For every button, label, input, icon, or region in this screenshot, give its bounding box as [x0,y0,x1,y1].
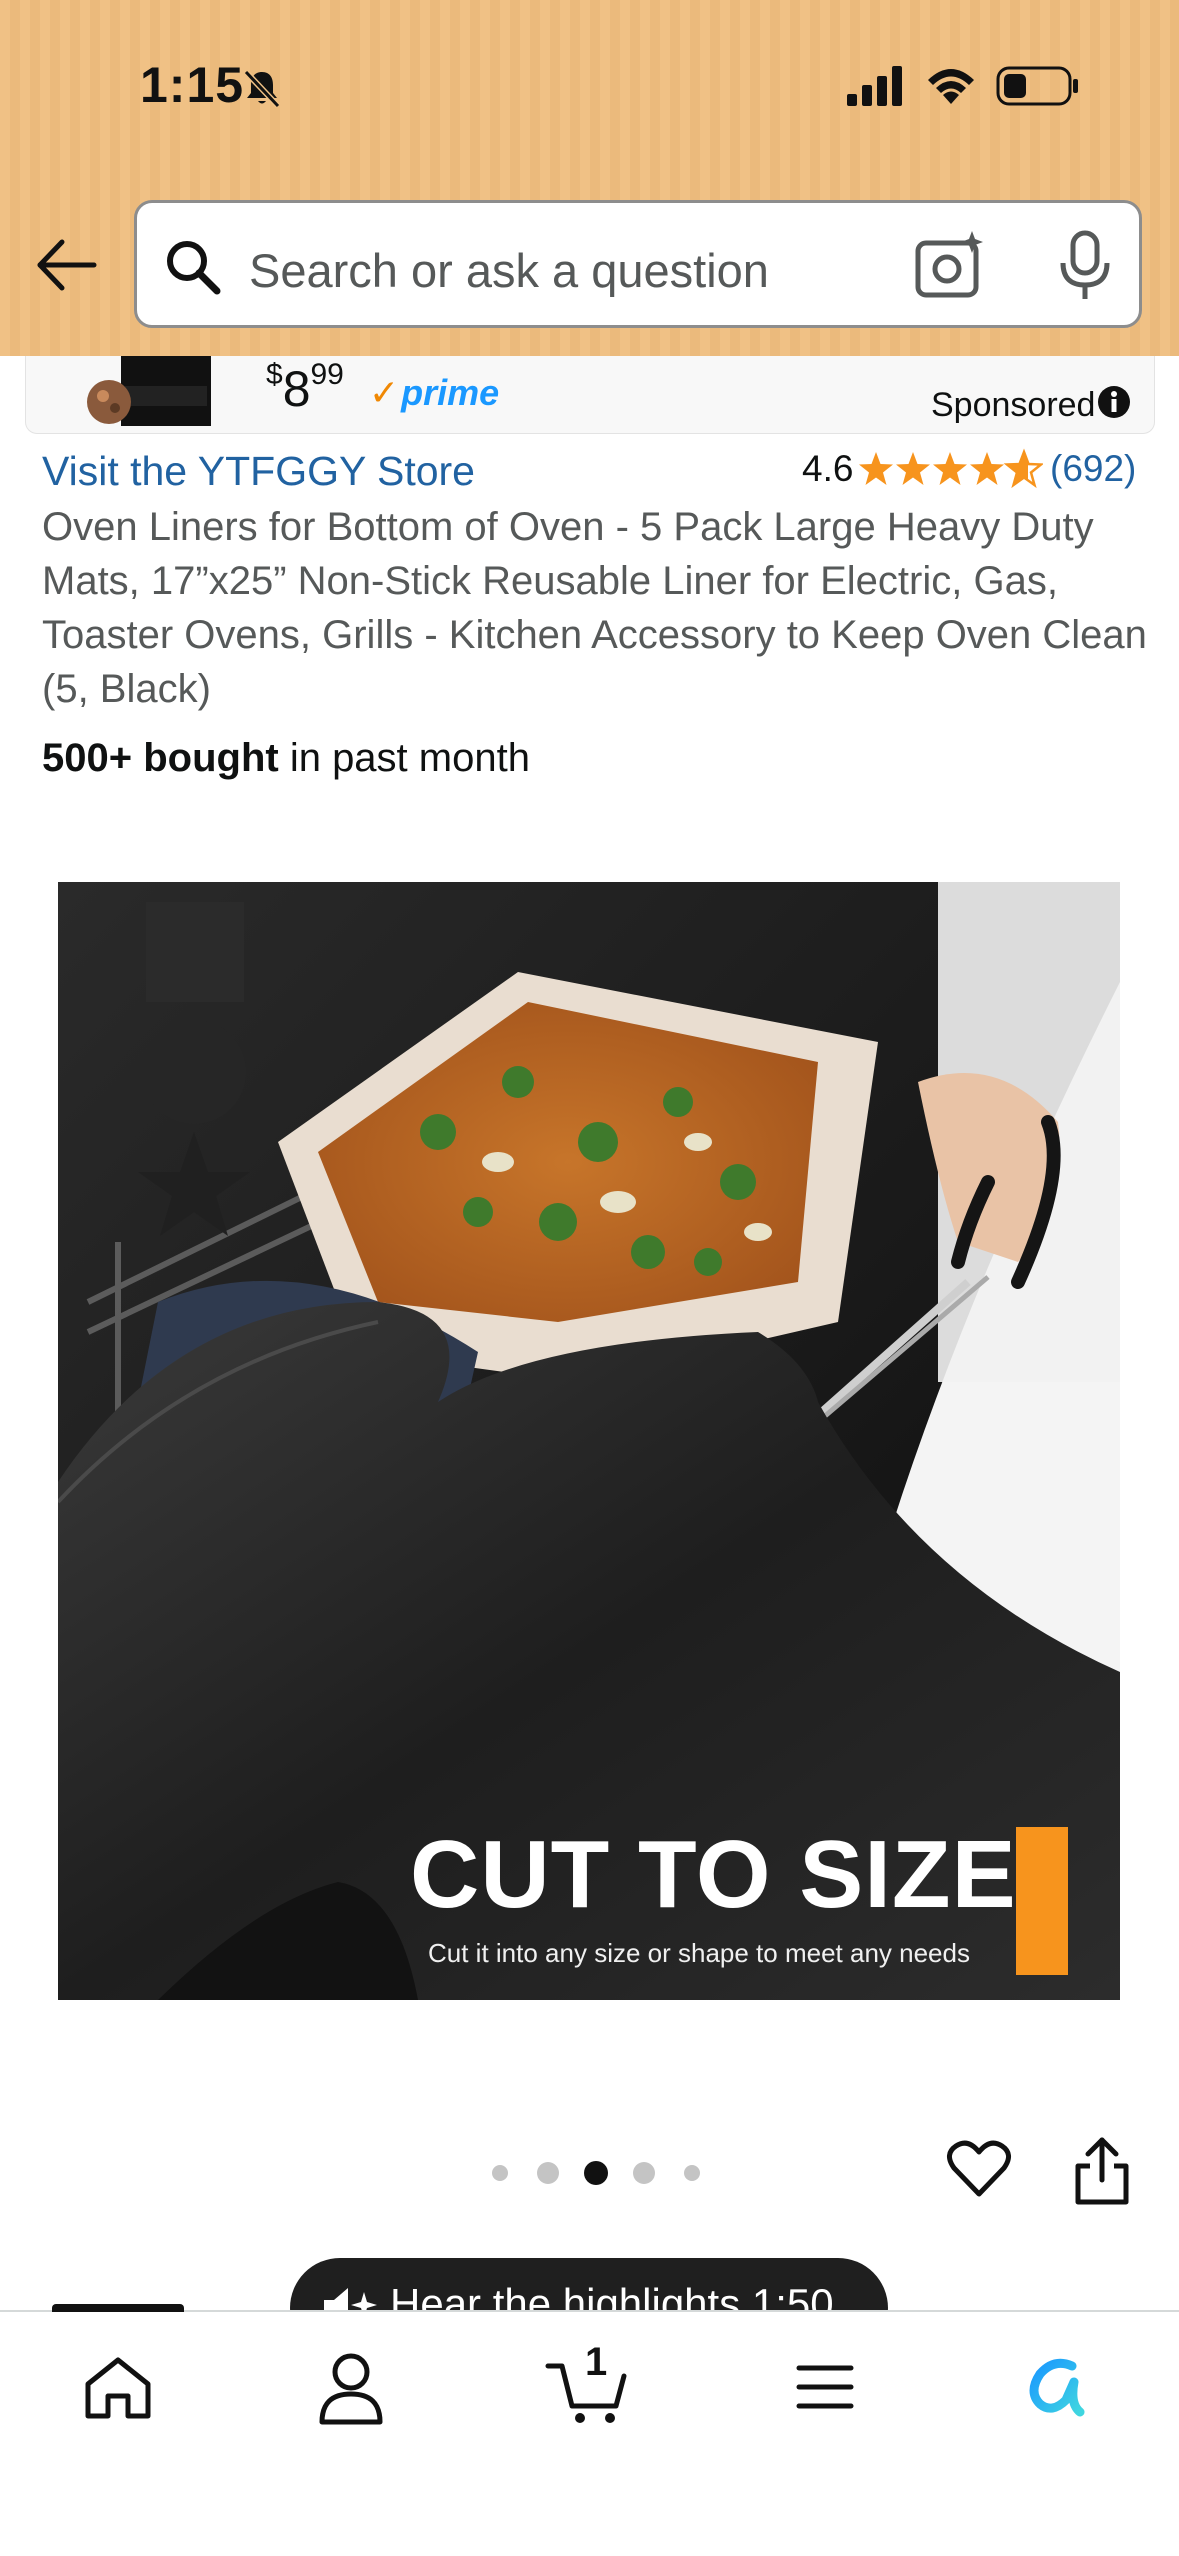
ad-price-currency: $ [266,358,283,391]
ad-price-fraction: 99 [310,358,344,391]
search-bar[interactable]: Search or ask a question [134,200,1142,328]
carousel-dot-active[interactable] [584,2161,608,2185]
prime-label: prime [401,372,500,413]
carousel-dot[interactable] [633,2162,655,2184]
status-time: 1:15 [140,57,245,113]
search-input[interactable]: Search or ask a question [249,243,769,298]
star-rating-icon[interactable] [858,446,1043,490]
product-title: Oven Liners for Bottom of Oven - 5 Pack … [42,505,1147,711]
bell-muted-icon [243,69,281,109]
ad-price: $899 [266,358,344,418]
image-headline: CUT TO SIZE [410,1821,1017,1928]
rufus-assistant-icon[interactable] [1024,2352,1094,2422]
carousel-dot[interactable] [492,2165,508,2181]
image-accent-bar [1016,1827,1068,1975]
rating-count-link[interactable]: (692) [1050,448,1136,490]
wifi-icon [928,69,974,104]
camera-lens-icon[interactable] [914,229,986,301]
carousel-dot[interactable] [537,2162,559,2184]
bottom-navigation-bar: 1 [0,2304,1179,2556]
home-icon[interactable] [82,2352,154,2424]
image-subline: Cut it into any size or shape to meet an… [428,1938,970,1968]
carousel-dot[interactable] [684,2165,700,2181]
rating-value: 4.6 [802,448,854,489]
prime-check-icon: ✓ [369,372,400,413]
heart-icon[interactable] [946,2136,1012,2202]
share-icon[interactable] [1072,2136,1132,2206]
menu-icon[interactable] [795,2360,855,2414]
account-icon[interactable] [316,2350,386,2426]
cart-count-badge: 1 [585,2340,608,2384]
bought-period: in past month [278,736,530,780]
cellular-signal-icon [847,66,902,106]
search-icon [167,241,221,295]
bought-count: 500+ bought [42,736,279,780]
ad-price-whole: 8 [282,361,311,417]
sponsored-ad-strip[interactable]: $899 ✓prime Sponsored [25,356,1155,434]
bought-in-past-month: 500+ bought in past month [42,736,530,781]
visit-store-link[interactable]: Visit the YTFGGY Store [42,448,475,495]
sponsored-label: Sponsored [931,386,1096,424]
prime-badge: ✓prime [369,372,499,414]
back-arrow-icon[interactable] [32,230,102,300]
battery-icon [996,66,1078,106]
info-icon[interactable] [1096,384,1132,420]
ad-product-thumbnail[interactable] [81,356,216,426]
active-tab-indicator [52,2304,184,2312]
top-header: 1:15 Search or ask a question [0,0,1179,356]
microphone-icon[interactable] [1055,229,1115,303]
image-carousel-dots[interactable] [486,2158,700,2188]
